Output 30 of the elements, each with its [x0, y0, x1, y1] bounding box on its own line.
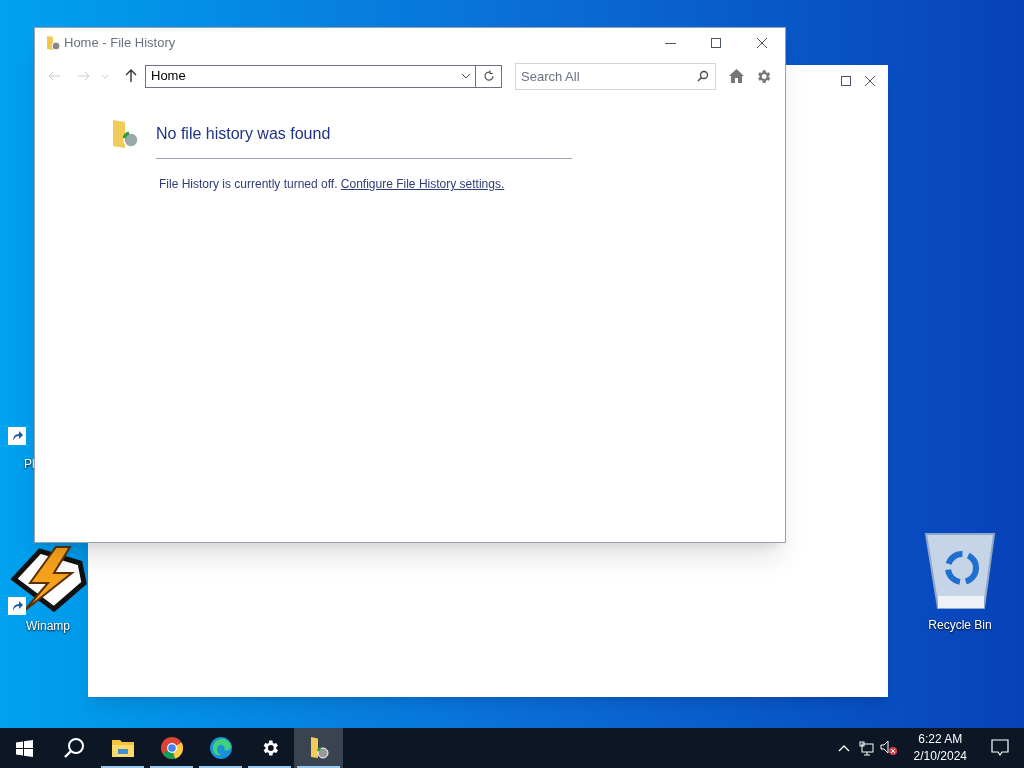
home-icon[interactable] — [728, 68, 745, 84]
muted-speaker-icon[interactable] — [879, 740, 898, 756]
up-icon[interactable] — [125, 69, 137, 83]
search-field[interactable]: Search All — [515, 62, 716, 90]
refresh-icon[interactable] — [482, 70, 495, 82]
clock[interactable]: 6:22 AM 2/10/2024 — [907, 731, 973, 765]
file-history-icon — [111, 118, 141, 150]
window-title: Home - File History — [64, 34, 176, 53]
address-text: Home — [151, 67, 186, 86]
status-message: File History is currently turned off. — [159, 177, 339, 191]
network-icon[interactable] — [857, 740, 874, 756]
search-icon[interactable] — [62, 737, 85, 759]
settings-icon[interactable] — [755, 67, 772, 85]
icon-label: Recycle Bin — [927, 617, 993, 634]
file-history-icon[interactable] — [294, 728, 343, 768]
chevron-up-icon[interactable] — [837, 744, 850, 752]
search-icon[interactable] — [697, 69, 709, 82]
refresh-button[interactable] — [476, 64, 502, 88]
dropdown-icon[interactable] — [461, 71, 471, 81]
heading: No file history was found — [156, 124, 331, 144]
icon-label: Winamp — [25, 618, 71, 635]
icon-label: Pl — [24, 456, 35, 473]
address-bar[interactable]: Home — [145, 64, 476, 88]
settings-link[interactable]: Configure File History settings. — [340, 177, 505, 191]
windows-logo-icon[interactable] — [16, 739, 33, 757]
file-history-icon — [45, 35, 61, 51]
clock-date: 2/10/2024 — [913, 748, 967, 765]
notifications-icon[interactable] — [991, 739, 1009, 757]
clock-time: 6:22 AM — [918, 731, 963, 748]
close-icon[interactable] — [864, 75, 876, 87]
